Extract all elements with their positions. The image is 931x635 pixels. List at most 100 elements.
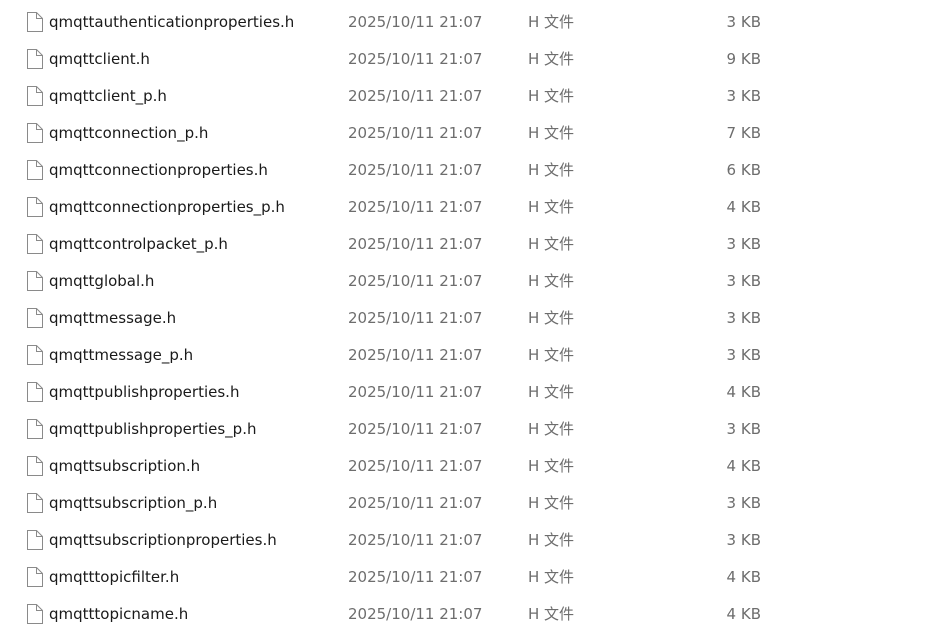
file-type: H 文件 — [528, 87, 575, 105]
file-modified-date: 2025/10/11 21:07 — [348, 531, 483, 549]
file-modified-date: 2025/10/11 21:07 — [348, 13, 483, 31]
file-row[interactable]: qmqttglobal.h 2025/10/11 21:07 H 文件 3 KB — [0, 263, 931, 300]
file-size: 3 KB — [726, 13, 761, 31]
file-icon — [26, 493, 43, 513]
file-row[interactable]: qmqtttopicname.h 2025/10/11 21:07 H 文件 4… — [0, 596, 931, 633]
file-row[interactable]: qmqttpublishproperties_p.h 2025/10/11 21… — [0, 411, 931, 448]
file-type: H 文件 — [528, 494, 575, 512]
file-size: 3 KB — [726, 309, 761, 327]
file-size: 4 KB — [726, 457, 761, 475]
file-size: 3 KB — [726, 235, 761, 253]
file-modified-date: 2025/10/11 21:07 — [348, 309, 483, 327]
file-type: H 文件 — [528, 383, 575, 401]
file-modified-date: 2025/10/11 21:07 — [348, 161, 483, 179]
file-row[interactable]: qmqttconnectionproperties.h 2025/10/11 2… — [0, 152, 931, 189]
file-type: H 文件 — [528, 50, 575, 68]
file-row[interactable]: qmqttclient_p.h 2025/10/11 21:07 H 文件 3 … — [0, 78, 931, 115]
file-type: H 文件 — [528, 346, 575, 364]
file-size: 4 KB — [726, 568, 761, 586]
file-name: qmqttcontrolpacket_p.h — [49, 235, 228, 253]
file-name: qmqttclient_p.h — [49, 87, 167, 105]
file-row[interactable]: qmqttsubscriptionproperties.h 2025/10/11… — [0, 522, 931, 559]
file-name: qmqttsubscriptionproperties.h — [49, 531, 277, 549]
file-icon — [26, 456, 43, 476]
file-size: 3 KB — [726, 420, 761, 438]
file-name: qmqttpublishproperties_p.h — [49, 420, 257, 438]
file-size: 3 KB — [726, 494, 761, 512]
file-modified-date: 2025/10/11 21:07 — [348, 272, 483, 290]
file-icon — [26, 160, 43, 180]
file-icon — [26, 567, 43, 587]
file-size: 3 KB — [726, 346, 761, 364]
file-name: qmqttconnection_p.h — [49, 124, 209, 142]
file-icon — [26, 12, 43, 32]
file-row[interactable]: qmqttauthenticationproperties.h 2025/10/… — [0, 4, 931, 41]
file-name: qmqttsubscription.h — [49, 457, 201, 475]
file-type: H 文件 — [528, 605, 575, 623]
file-modified-date: 2025/10/11 21:07 — [348, 124, 483, 142]
file-modified-date: 2025/10/11 21:07 — [348, 457, 483, 475]
file-icon — [26, 308, 43, 328]
file-row[interactable]: qmqttpublishproperties.h 2025/10/11 21:0… — [0, 374, 931, 411]
file-type: H 文件 — [528, 457, 575, 475]
file-icon — [26, 345, 43, 365]
file-icon — [26, 197, 43, 217]
file-icon — [26, 419, 43, 439]
file-modified-date: 2025/10/11 21:07 — [348, 198, 483, 216]
file-size: 9 KB — [726, 50, 761, 68]
file-modified-date: 2025/10/11 21:07 — [348, 50, 483, 68]
file-name: qmqtttopicfilter.h — [49, 568, 180, 586]
file-row[interactable]: qmqttcontrolpacket_p.h 2025/10/11 21:07 … — [0, 226, 931, 263]
file-name: qmqttmessage.h — [49, 309, 177, 327]
file-type: H 文件 — [528, 124, 575, 142]
file-icon — [26, 604, 43, 624]
file-size: 4 KB — [726, 198, 761, 216]
file-list: qmqttauthenticationproperties.h 2025/10/… — [0, 4, 931, 633]
file-row[interactable]: qmqttsubscription.h 2025/10/11 21:07 H 文… — [0, 448, 931, 485]
file-name: qmqttconnectionproperties.h — [49, 161, 268, 179]
file-name: qmqtttopicname.h — [49, 605, 189, 623]
file-icon — [26, 86, 43, 106]
file-name: qmqttglobal.h — [49, 272, 155, 290]
file-type: H 文件 — [528, 531, 575, 549]
file-icon — [26, 382, 43, 402]
file-row[interactable]: qmqttmessage_p.h 2025/10/11 21:07 H 文件 3… — [0, 337, 931, 374]
file-icon — [26, 530, 43, 550]
file-row[interactable]: qmqttconnectionproperties_p.h 2025/10/11… — [0, 189, 931, 226]
file-modified-date: 2025/10/11 21:07 — [348, 568, 483, 586]
file-size: 3 KB — [726, 531, 761, 549]
file-type: H 文件 — [528, 198, 575, 216]
file-modified-date: 2025/10/11 21:07 — [348, 383, 483, 401]
file-name: qmqttpublishproperties.h — [49, 383, 240, 401]
file-size: 6 KB — [726, 161, 761, 179]
file-modified-date: 2025/10/11 21:07 — [348, 235, 483, 253]
file-icon — [26, 234, 43, 254]
file-size: 4 KB — [726, 605, 761, 623]
file-row[interactable]: qmqttmessage.h 2025/10/11 21:07 H 文件 3 K… — [0, 300, 931, 337]
file-icon — [26, 271, 43, 291]
file-type: H 文件 — [528, 309, 575, 327]
file-icon — [26, 49, 43, 69]
file-name: qmqttconnectionproperties_p.h — [49, 198, 285, 216]
file-size: 3 KB — [726, 87, 761, 105]
file-type: H 文件 — [528, 235, 575, 253]
file-name: qmqttmessage_p.h — [49, 346, 194, 364]
file-name: qmqttclient.h — [49, 50, 150, 68]
file-size: 7 KB — [726, 124, 761, 142]
file-type: H 文件 — [528, 161, 575, 179]
file-icon — [26, 123, 43, 143]
file-type: H 文件 — [528, 13, 575, 31]
file-name: qmqttauthenticationproperties.h — [49, 13, 295, 31]
file-modified-date: 2025/10/11 21:07 — [348, 346, 483, 364]
file-row[interactable]: qmqttclient.h 2025/10/11 21:07 H 文件 9 KB — [0, 41, 931, 78]
file-size: 4 KB — [726, 383, 761, 401]
file-modified-date: 2025/10/11 21:07 — [348, 420, 483, 438]
file-type: H 文件 — [528, 420, 575, 438]
file-row[interactable]: qmqttsubscription_p.h 2025/10/11 21:07 H… — [0, 485, 931, 522]
file-row[interactable]: qmqtttopicfilter.h 2025/10/11 21:07 H 文件… — [0, 559, 931, 596]
file-modified-date: 2025/10/11 21:07 — [348, 494, 483, 512]
file-row[interactable]: qmqttconnection_p.h 2025/10/11 21:07 H 文… — [0, 115, 931, 152]
file-type: H 文件 — [528, 568, 575, 586]
file-size: 3 KB — [726, 272, 761, 290]
file-type: H 文件 — [528, 272, 575, 290]
